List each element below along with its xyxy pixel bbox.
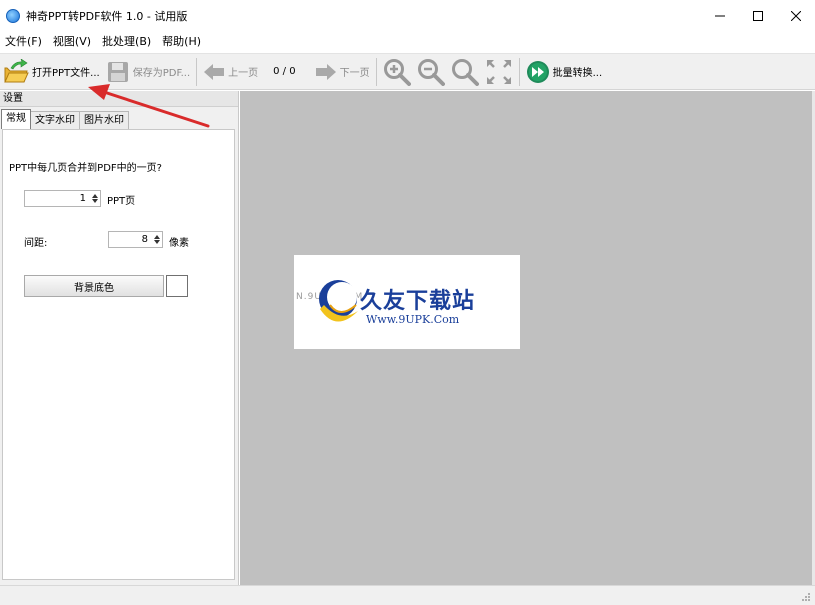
menu-view[interactable]: 视图(V) <box>48 32 97 52</box>
merge-question: PPT中每几页合并到PDF中的一页? <box>9 163 162 174</box>
tab-text-watermark[interactable]: 文字水印 <box>30 111 80 129</box>
maximize-button[interactable] <box>739 0 777 32</box>
tab-image-watermark[interactable]: 图片水印 <box>79 111 129 129</box>
title-bar: 神奇PPT转PDF软件 1.0 - 试用版 <box>0 0 815 32</box>
fit-page-icon <box>486 59 511 84</box>
toolbar: 打开PPT文件... 保存为PDF... 上一页 0 / 0 下一页 批量转换.… <box>0 53 815 90</box>
tab-general[interactable]: 常规 <box>1 109 31 129</box>
zoom-out-button[interactable] <box>414 57 448 87</box>
background-color-swatch[interactable] <box>166 275 188 297</box>
general-tab-content: PPT中每几页合并到PDF中的一页? 1 PPT页 间距: 8 像素 背景底色 <box>2 129 235 580</box>
spacing-value: 8 <box>141 234 148 245</box>
maximize-icon <box>753 11 763 21</box>
pages-per-sheet-stepper[interactable]: 1 <box>24 190 101 207</box>
spacing-stepper[interactable]: 8 <box>108 231 163 248</box>
batch-convert-icon <box>526 60 549 83</box>
minimize-icon <box>715 15 725 17</box>
zoom-out-icon <box>417 58 445 86</box>
settings-tabs: 常规 文字水印 图片水印 <box>0 107 238 129</box>
open-folder-icon <box>4 58 29 82</box>
settings-header: 设置 <box>0 91 238 107</box>
background-color-button[interactable]: 背景底色 <box>24 275 164 297</box>
stepper-up-icon[interactable] <box>154 235 160 239</box>
minimize-button[interactable] <box>701 0 739 32</box>
prev-page-label: 上一页 <box>228 68 259 79</box>
open-ppt-label: 打开PPT文件... <box>32 68 100 79</box>
next-page-label: 下一页 <box>339 68 370 79</box>
arrow-left-icon <box>204 63 225 80</box>
menu-bar: 文件(F) 视图(V) 批处理(B) 帮助(H) <box>0 32 815 52</box>
toolbar-separator <box>518 57 520 86</box>
stepper-up-icon[interactable] <box>92 194 98 198</box>
save-pdf-button[interactable]: 保存为PDF... <box>103 57 193 87</box>
next-page-button[interactable]: 下一页 <box>312 57 373 87</box>
pages-unit-label: PPT页 <box>107 196 136 207</box>
resize-grip-icon[interactable] <box>801 592 811 602</box>
prev-page-button[interactable]: 上一页 <box>200 57 261 87</box>
site-watermark: N.9UPK.COM 久友下载站 Www.9UPK.Com <box>294 255 520 349</box>
close-button[interactable] <box>777 0 815 32</box>
app-icon <box>6 9 20 23</box>
pages-per-sheet-value: 1 <box>79 193 86 204</box>
save-pdf-label: 保存为PDF... <box>132 68 191 79</box>
zoom-reset-button[interactable] <box>448 57 482 87</box>
zoom-in-icon <box>383 58 411 86</box>
fit-page-button[interactable] <box>482 57 516 87</box>
save-floppy-icon <box>107 61 128 82</box>
status-bar <box>0 585 815 605</box>
watermark-site-name: 久友下载站 <box>360 289 476 314</box>
window-controls <box>701 0 815 32</box>
stepper-down-icon[interactable] <box>92 199 98 203</box>
watermark-url: Www.9UPK.Com <box>366 313 460 326</box>
window-title: 神奇PPT转PDF软件 1.0 - 试用版 <box>26 10 188 23</box>
zoom-reset-icon <box>451 58 479 86</box>
preview-area: N.9UPK.COM 久友下载站 Www.9UPK.Com <box>240 91 812 585</box>
toolbar-separator <box>375 57 377 86</box>
toolbar-separator <box>196 57 198 86</box>
menu-batch[interactable]: 批处理(B) <box>97 32 157 52</box>
settings-panel: 设置 常规 文字水印 图片水印 PPT中每几页合并到PDF中的一页? 1 PPT… <box>0 91 239 585</box>
menu-file[interactable]: 文件(F) <box>0 32 48 52</box>
batch-convert-label: 批量转换... <box>552 68 603 79</box>
arrow-right-icon <box>315 63 336 80</box>
site-logo-icon <box>319 280 358 322</box>
open-ppt-button[interactable]: 打开PPT文件... <box>0 57 103 87</box>
zoom-in-button[interactable] <box>380 57 414 87</box>
batch-convert-button[interactable]: 批量转换... <box>523 57 606 87</box>
spacing-unit-label: 像素 <box>169 238 189 249</box>
close-icon <box>791 11 801 21</box>
stepper-down-icon[interactable] <box>154 240 160 244</box>
spacing-label: 间距: <box>24 238 48 249</box>
page-indicator: 0 / 0 <box>273 66 296 77</box>
menu-help[interactable]: 帮助(H) <box>157 32 207 52</box>
